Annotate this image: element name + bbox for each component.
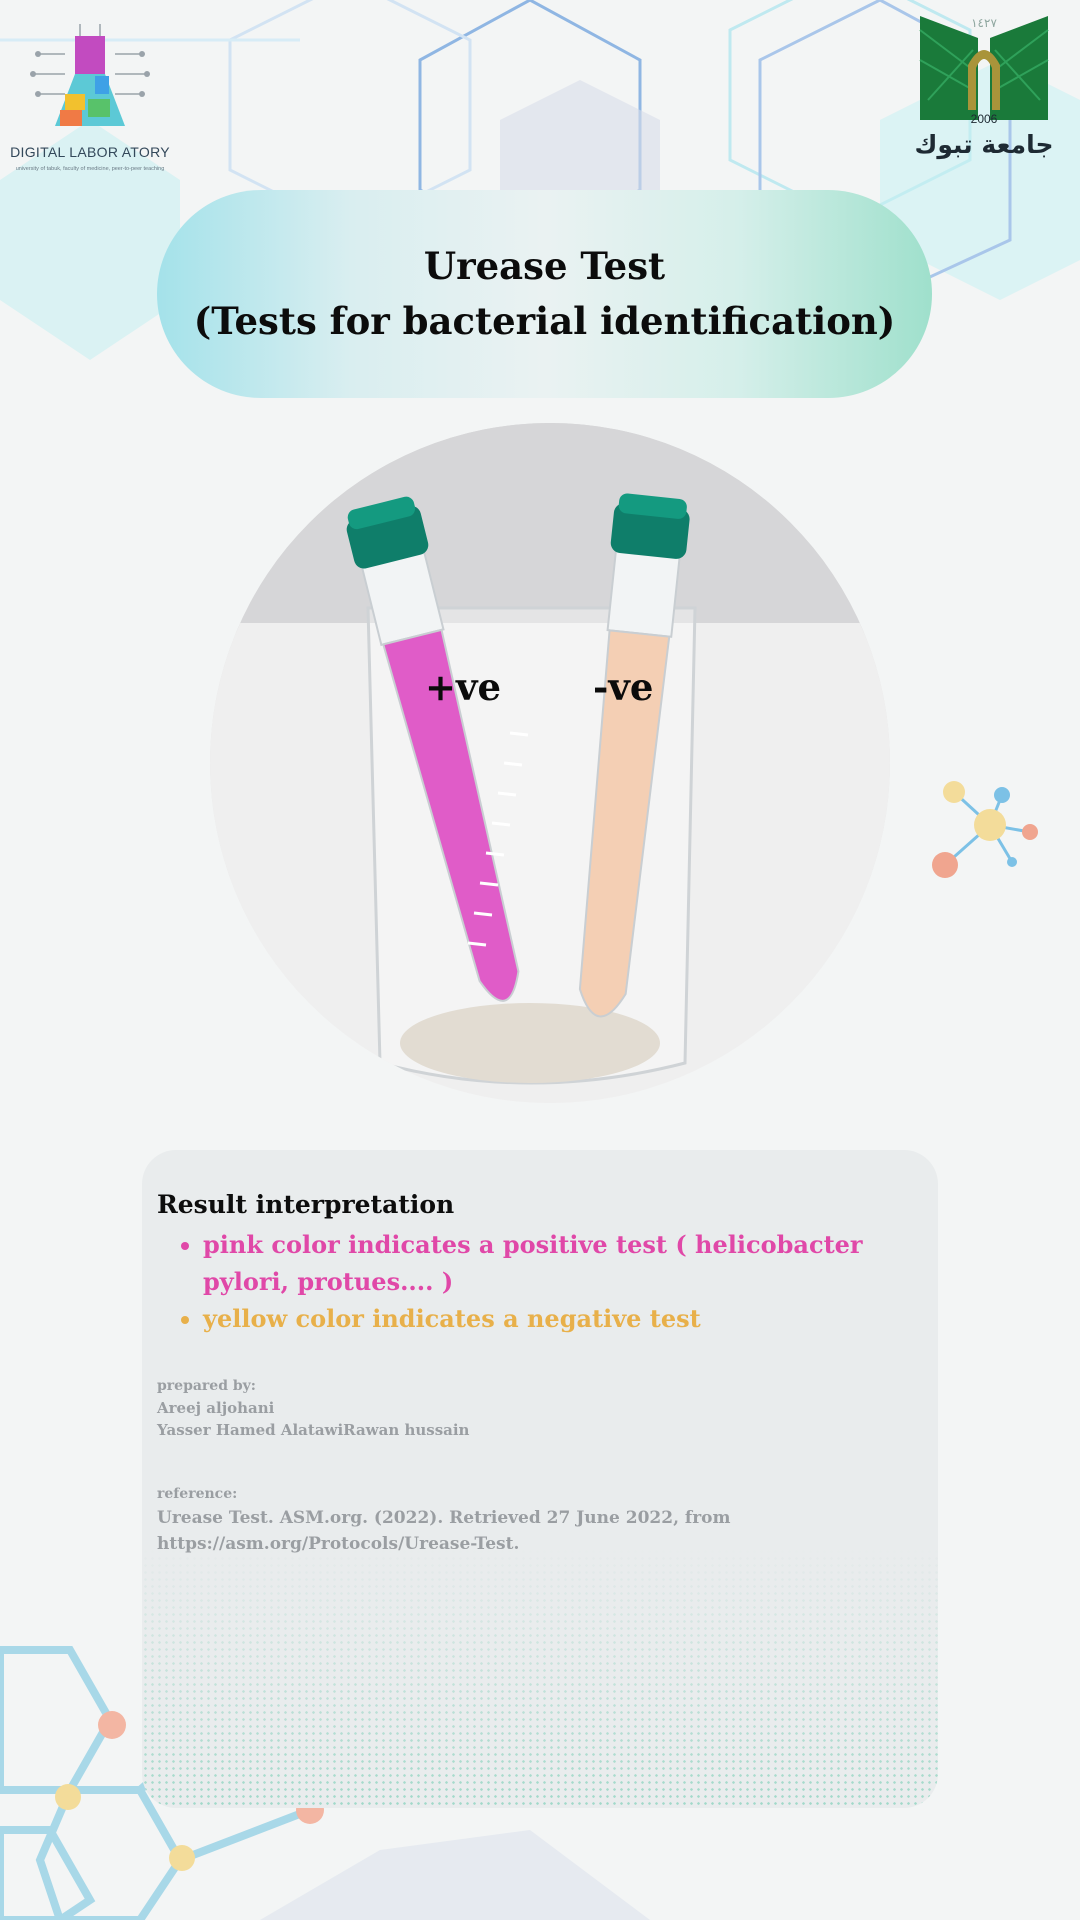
logo-founding-year: 2006	[970, 112, 998, 126]
negative-label: -ve	[593, 665, 654, 709]
reference-line-2: https://asm.org/Protocols/Urease-Test.	[157, 1534, 520, 1554]
test-tubes-photo	[210, 423, 890, 1103]
card-dot-pattern	[142, 1548, 938, 1808]
reference-label: reference:	[157, 1486, 238, 1502]
beaker-with-tubes-illustration	[210, 423, 890, 1103]
result-heading: Result interpretation	[157, 1190, 455, 1219]
result-negative-item: yellow color indicates a negative test	[203, 1300, 917, 1337]
result-list: pink color indicates a positive test ( h…	[157, 1226, 917, 1337]
preparer-line-1: Areej aljohani	[157, 1399, 275, 1417]
logo-university-name: جامعة تبوك	[914, 130, 1054, 159]
preparer-line-2: Yasser Hamed AlatawiRawan hussain	[157, 1421, 470, 1439]
page-title: Urease Test	[423, 244, 666, 288]
reference-section: reference: Urease Test. ASM.org. (2022).…	[157, 1483, 917, 1557]
reference-line-1: Urease Test. ASM.org. (2022). Retrieved …	[157, 1508, 731, 1528]
molecule-icon	[932, 781, 1038, 878]
logo-subcaption: university of tabuk, faculty of medicine…	[15, 166, 165, 172]
result-positive-item: pink color indicates a positive test ( h…	[203, 1226, 917, 1300]
result-card: Result interpretation pink color indicat…	[142, 1150, 938, 1808]
page-subtitle: (Tests for bacterial identification)	[193, 299, 896, 343]
positive-label: +ve	[425, 665, 502, 709]
logo-caption: DIGITAL LABOR ATORY	[10, 144, 170, 160]
digital-laboratory-logo: DIGITAL LABOR ATORY university of tabuk,…	[10, 14, 170, 184]
logo-hijri-year: ١٤٢٧	[971, 16, 997, 30]
flask-circuit-icon	[30, 24, 150, 126]
university-of-tabuk-logo: ١٤٢٧ 2006 جامعة تبوك	[908, 10, 1060, 160]
prepared-by-label: prepared by:	[157, 1378, 256, 1394]
prepared-by-section: prepared by: Areej aljohani Yasser Hamed…	[157, 1375, 917, 1441]
title-banner: Urease Test (Tests for bacterial identif…	[157, 190, 932, 398]
